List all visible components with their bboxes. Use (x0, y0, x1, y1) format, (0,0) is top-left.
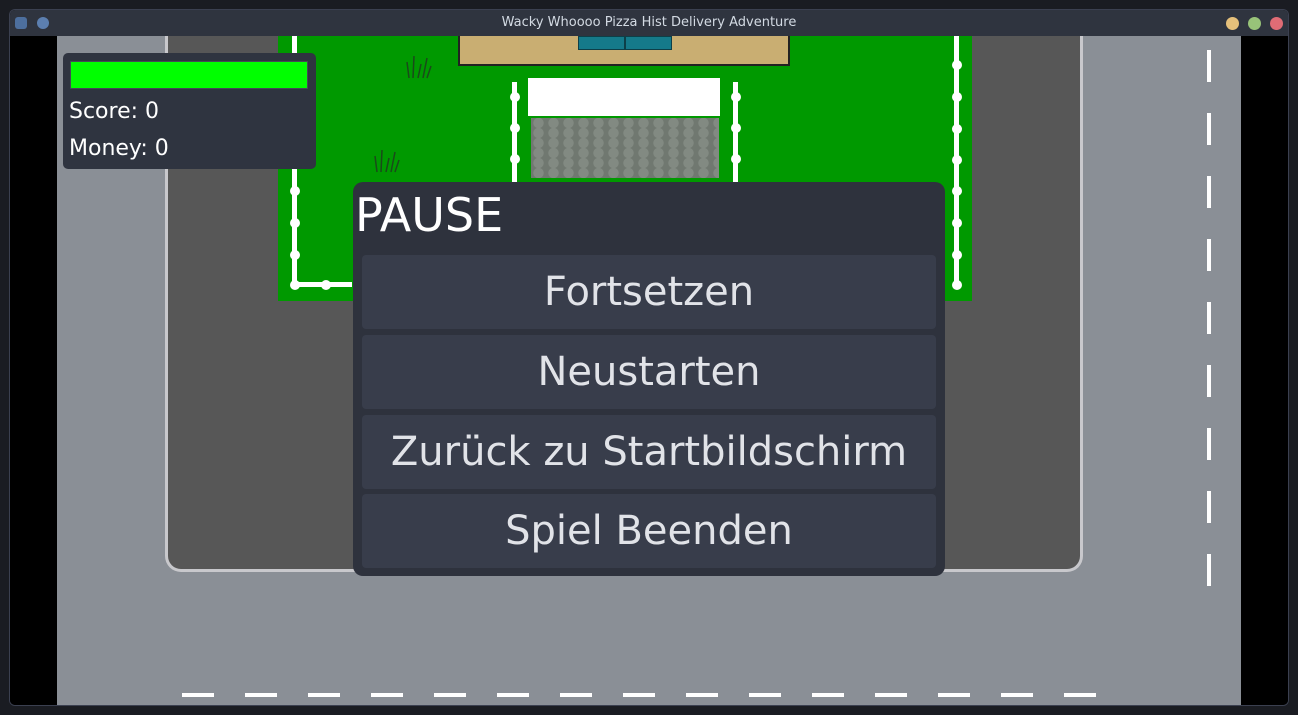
main-menu-button[interactable]: Zurück zu Startbildschirm (362, 415, 936, 489)
fence-post (952, 186, 962, 196)
lane-marking (1001, 693, 1033, 697)
close-button[interactable] (1270, 17, 1283, 30)
lane-marking (623, 693, 655, 697)
lane-marking (182, 693, 214, 697)
lane-marking (245, 693, 277, 697)
resume-button[interactable]: Fortsetzen (362, 255, 936, 329)
lane-marking (1207, 176, 1211, 208)
health-bar-fill (71, 62, 307, 88)
lane-marking (938, 693, 970, 697)
minimize-button[interactable] (1226, 17, 1239, 30)
building-window (625, 36, 672, 50)
lane-marking (497, 693, 529, 697)
lane-marking (434, 693, 466, 697)
fence-post (321, 280, 331, 290)
quit-game-button[interactable]: Spiel Beenden (362, 494, 936, 568)
fence-post (952, 155, 962, 165)
doormat (528, 78, 720, 116)
fence-post (510, 154, 520, 164)
cobblestone-path (531, 118, 719, 178)
lane-marking (749, 693, 781, 697)
fence-post (290, 186, 300, 196)
lane-marking (1207, 554, 1211, 586)
pause-menu: PAUSE Fortsetzen Neustarten Zurück zu St… (353, 182, 945, 576)
lane-marking (308, 693, 340, 697)
lane-marking (560, 693, 592, 697)
grass-tuft-icon (374, 149, 400, 173)
grass-tuft-icon (406, 55, 432, 79)
fence-post (952, 60, 962, 70)
title-bar[interactable]: Wacky Whoooo Pizza Hist Delivery Adventu… (10, 10, 1288, 36)
pizza-shop-building (458, 36, 790, 66)
fence-post (731, 123, 741, 133)
fence-post (952, 218, 962, 228)
fence-post (952, 124, 962, 134)
lane-marking (1207, 428, 1211, 460)
fence-post (952, 92, 962, 102)
restart-button[interactable]: Neustarten (362, 335, 936, 409)
lane-marking (1207, 239, 1211, 271)
health-bar (70, 61, 308, 89)
lane-marking (1064, 693, 1096, 697)
fence-post (731, 92, 741, 102)
fence-post (952, 280, 962, 290)
lane-marking (1207, 50, 1211, 82)
pause-title: PAUSE (355, 188, 504, 242)
score-label: Score: 0 (69, 99, 160, 124)
fence-post (290, 280, 300, 290)
window-title: Wacky Whoooo Pizza Hist Delivery Adventu… (501, 15, 797, 30)
maximize-button[interactable] (1248, 17, 1261, 30)
fence-post (510, 92, 520, 102)
lane-marking (371, 693, 403, 697)
money-label: Money: 0 (69, 136, 169, 161)
lane-marking (812, 693, 844, 697)
game-viewport[interactable]: Score: 0 Money: 0 PAUSE Fortsetzen Neust… (10, 36, 1288, 705)
fence-post (731, 154, 741, 164)
lane-marking (1207, 113, 1211, 145)
building-window (578, 36, 625, 50)
lane-marking (875, 693, 907, 697)
lane-marking (1207, 302, 1211, 334)
fence-post (290, 218, 300, 228)
fence-post (952, 250, 962, 260)
fence-post (510, 123, 520, 133)
game-window: Wacky Whoooo Pizza Hist Delivery Adventu… (10, 10, 1288, 705)
lane-marking (1207, 365, 1211, 397)
hud-panel: Score: 0 Money: 0 (63, 53, 316, 169)
fence-post (290, 250, 300, 260)
lane-marking (686, 693, 718, 697)
lane-marking (1207, 491, 1211, 523)
